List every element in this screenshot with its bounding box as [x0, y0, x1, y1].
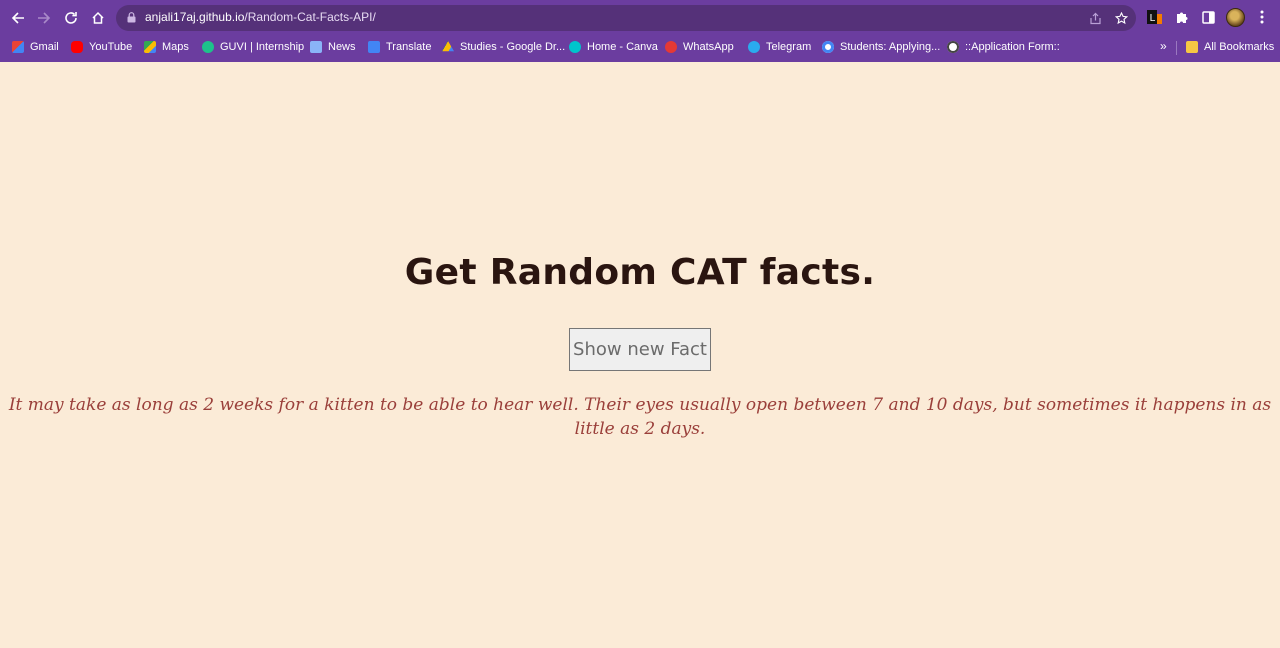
bookmark-maps[interactable]: Maps: [144, 39, 189, 55]
extension-l-icon: L: [1147, 10, 1162, 24]
puzzle-icon: [1177, 12, 1188, 23]
canva-icon: [569, 41, 581, 53]
bookmark-whatsapp[interactable]: WhatsApp: [665, 39, 734, 55]
arrow-right-icon: [38, 12, 51, 24]
drive-icon: [442, 41, 454, 52]
bookmark-label: YouTube: [89, 41, 133, 53]
bookmark-label: ::Application Form::: [965, 41, 1060, 53]
bookmark-label: Students: Applying...: [840, 41, 941, 53]
browser-chrome: anjali17aj.github.io/Random-Cat-Facts-AP…: [0, 0, 1280, 62]
bookmark-drive[interactable]: Studies - Google Dr...: [442, 39, 565, 55]
globe-icon: [947, 41, 959, 53]
bookmark-translate[interactable]: Translate: [368, 39, 431, 55]
show-new-fact-button[interactable]: Show new Fact: [569, 328, 711, 371]
kebab-menu-icon: [1260, 10, 1264, 24]
news-icon: [310, 41, 322, 53]
translate-icon: [368, 41, 380, 53]
home-button[interactable]: [86, 6, 110, 30]
bookmarks-overflow-button[interactable]: »: [1160, 39, 1167, 53]
bookmark-students-applying[interactable]: Students: Applying...: [822, 39, 940, 55]
url-host: anjali17aj.github.io: [145, 10, 245, 24]
cat-fact-text: It may take as long as 2 weeks for a kit…: [8, 395, 1272, 439]
bookmark-news[interactable]: News: [310, 39, 356, 55]
extensions-button[interactable]: [1173, 8, 1191, 26]
url-path: /Random-Cat-Facts-API/: [244, 10, 376, 24]
bookmark-label: Translate: [386, 41, 432, 53]
side-panel-icon: [1201, 10, 1215, 24]
arrow-left-icon: [11, 12, 24, 24]
share-button[interactable]: [1087, 10, 1103, 26]
back-button[interactable]: [6, 6, 30, 30]
youtube-icon: [71, 41, 83, 53]
all-bookmarks-label: All Bookmarks: [1204, 41, 1275, 53]
bookmark-label: WhatsApp: [683, 41, 734, 53]
bookmark-star-button[interactable]: [1113, 10, 1129, 26]
profile-avatar[interactable]: [1226, 8, 1245, 27]
url-text: anjali17aj.github.io/Random-Cat-Facts-AP…: [145, 10, 376, 24]
bookmarks-bar: Gmail YouTube Maps GUVI | Internship New…: [0, 37, 1280, 57]
folder-icon: [1186, 41, 1198, 53]
bookmark-label: News: [328, 41, 356, 53]
bookmarks-divider: [1176, 41, 1177, 55]
bookmark-label: Maps: [162, 41, 189, 53]
browser-menu-button[interactable]: [1253, 8, 1271, 26]
extension-l-button[interactable]: L: [1146, 8, 1164, 26]
page-title: Get Random CAT facts.: [404, 252, 876, 293]
bookmark-label: Telegram: [766, 41, 812, 53]
reload-icon: [65, 12, 77, 24]
star-icon: [1114, 11, 1128, 24]
home-icon: [92, 11, 104, 24]
side-panel-button[interactable]: [1199, 8, 1217, 26]
browser-toolbar: anjali17aj.github.io/Random-Cat-Facts-AP…: [0, 0, 1280, 35]
lock-icon: [127, 12, 136, 23]
bookmark-telegram[interactable]: Telegram: [748, 39, 811, 55]
whatsapp-icon: [665, 41, 677, 53]
forward-button[interactable]: [32, 6, 56, 30]
page-content: Get Random CAT facts. Show new Fact It m…: [0, 62, 1280, 648]
all-bookmarks-button[interactable]: All Bookmarks: [1186, 39, 1274, 55]
bookmark-youtube[interactable]: YouTube: [71, 39, 132, 55]
bookmark-guvi[interactable]: GUVI | Internship: [202, 39, 304, 55]
bookmark-application-form[interactable]: ::Application Form::: [947, 39, 1060, 55]
svg-text:L: L: [1150, 13, 1156, 24]
google-icon: [822, 41, 834, 53]
maps-icon: [144, 41, 156, 53]
reload-button[interactable]: [59, 6, 83, 30]
share-icon: [1089, 12, 1101, 24]
bookmark-label: Home - Canva: [587, 41, 658, 53]
guvi-icon: [202, 41, 214, 53]
bookmark-label: GUVI | Internship: [220, 41, 305, 53]
bookmark-canva[interactable]: Home - Canva: [569, 39, 658, 55]
address-bar[interactable]: anjali17aj.github.io/Random-Cat-Facts-AP…: [116, 5, 1136, 31]
bookmark-gmail[interactable]: Gmail: [12, 39, 59, 55]
gmail-icon: [12, 41, 24, 53]
bookmark-label: Gmail: [30, 41, 59, 53]
bookmark-label: Studies - Google Dr...: [460, 41, 566, 53]
telegram-icon: [748, 41, 760, 53]
